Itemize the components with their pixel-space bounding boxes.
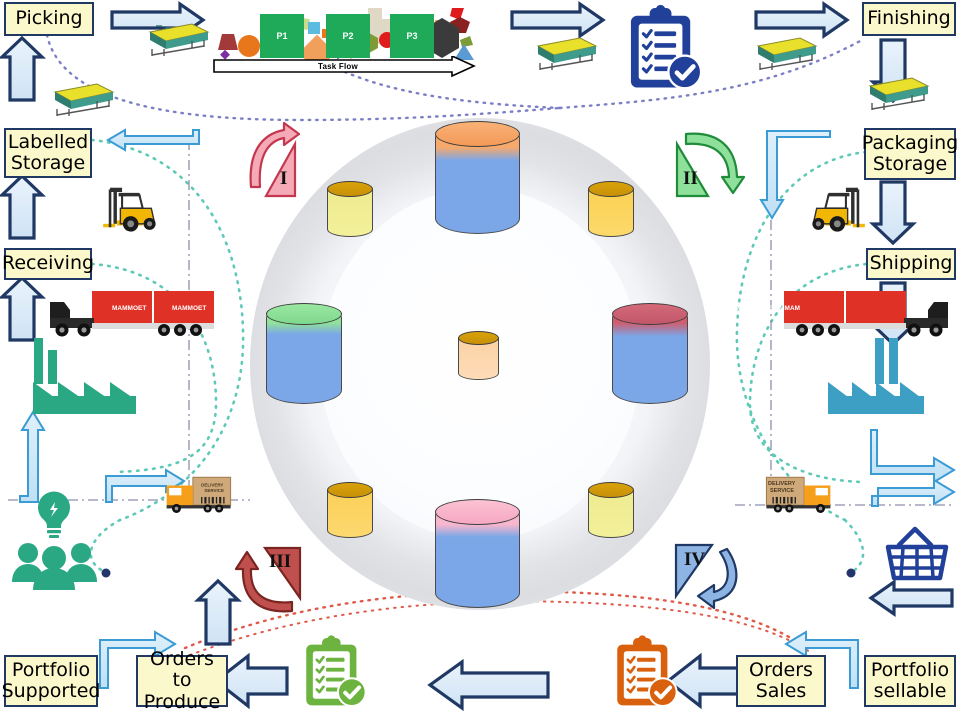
tank-bottom-left[interactable] <box>327 482 373 538</box>
dot-marker-right <box>846 568 856 578</box>
step-label-III: III <box>269 551 292 572</box>
tank-top-left[interactable] <box>327 181 373 237</box>
tank-lid <box>458 331 499 345</box>
label-packaging-storage[interactable]: Packaging Storage <box>862 128 958 180</box>
shopping-basket-icon <box>885 526 949 581</box>
supply-chain-diagram: MAMMOET MAMMOET MAMMOET MAMMOET DELIVERY… <box>0 0 960 720</box>
task-flow-caption: Task Flow <box>318 62 358 71</box>
label-shipping[interactable]: Shipping <box>866 248 956 280</box>
thin-arrow-dispatch-upper <box>870 429 956 484</box>
label-portfolio-sellable[interactable]: Portfolio sellable <box>864 655 956 707</box>
tank-bottom-center[interactable] <box>435 499 520 608</box>
forklift-icon-right <box>812 187 865 232</box>
step-label-I: I <box>280 168 288 189</box>
process-step-p1[interactable]: P1 <box>260 14 304 58</box>
pallet-icon-3 <box>536 37 598 70</box>
clipboard-check-icon-orange <box>617 635 678 707</box>
tank-center[interactable] <box>458 331 499 380</box>
pallet-icon-5 <box>868 77 930 110</box>
pallet-icon-2 <box>53 83 115 116</box>
svg-text:MAMMOET: MAMMOET <box>706 305 740 312</box>
tank-bottom-right[interactable] <box>588 482 634 538</box>
thin-arrow-dispatch-lower <box>871 478 956 507</box>
label-portfolio-supported[interactable]: Portfolio Supported <box>2 655 100 707</box>
tank-middle-right[interactable] <box>612 303 688 404</box>
step-label-II: II <box>683 168 698 189</box>
label-receiving[interactable]: Receiving <box>2 248 94 280</box>
block-arrow-produce-up-stub <box>193 578 243 646</box>
process-step-label: P1 <box>276 31 288 41</box>
block-arrow-labelled-storage-to-picking <box>0 35 47 102</box>
svg-text:MAMMOET: MAMMOET <box>766 305 800 312</box>
tank-lid <box>327 181 373 197</box>
block-arrow-sales-to-production <box>427 658 550 712</box>
process-step-p2[interactable]: P2 <box>326 14 370 58</box>
tank-middle-left[interactable] <box>266 303 342 404</box>
pallet-icon-1 <box>148 23 210 56</box>
svg-text:MAMMOET: MAMMOET <box>172 305 206 312</box>
process-step-p3[interactable]: P3 <box>390 14 434 58</box>
block-arrow-market-to-portfolio <box>868 578 954 618</box>
svg-text:DELIVERY: DELIVERY <box>201 482 223 487</box>
block-arrow-receiving-to-labelled-storage <box>0 173 47 240</box>
pallet-icon-4 <box>756 37 818 70</box>
label-orders-to-produce[interactable]: Orders to Produce <box>136 648 228 712</box>
tank-top-right[interactable] <box>588 181 634 237</box>
block-arrow-packaging-storage-to-shipping <box>868 180 918 246</box>
tank-lid <box>435 499 520 525</box>
block-arrow-factory-to-receiving <box>0 275 47 342</box>
label-labelled-storage[interactable]: Labelled Storage <box>4 128 92 178</box>
thin-arrow-to-labelled-storage <box>106 128 200 152</box>
tank-lid <box>588 181 634 197</box>
clipboard-check-icon-navy <box>630 4 703 90</box>
delivery-van-right-branding: DELIVERY SERVICE <box>768 481 796 494</box>
tank-lid <box>588 482 634 498</box>
tank-lid <box>612 303 688 325</box>
step-marker-I <box>249 121 301 198</box>
svg-text:DELIVERY: DELIVERY <box>768 481 796 487</box>
label-finishing[interactable]: Finishing <box>862 2 956 36</box>
tank-lid <box>266 303 342 325</box>
task-flow-strip: P1 P2 P3 Task Flow <box>212 2 478 78</box>
svg-text:MAMMOET: MAMMOET <box>112 305 146 312</box>
step-label-IV: IV <box>684 549 706 570</box>
tank-lid <box>327 482 373 498</box>
svg-text:SERVICE: SERVICE <box>770 488 794 494</box>
people-idea-icon <box>12 491 97 590</box>
label-picking[interactable]: Picking <box>4 2 94 36</box>
factory-icon-blue <box>828 338 924 414</box>
svg-text:SERVICE: SERVICE <box>204 488 224 493</box>
thin-arrow-factory-feed <box>19 410 46 503</box>
thin-arrow-packaging-feed <box>759 130 831 220</box>
clipboard-check-icon-green <box>306 635 367 707</box>
process-step-label: P2 <box>342 31 354 41</box>
dot-marker-left <box>101 568 111 578</box>
semi-truck-right-branding: MAMMOET MAMMOET <box>706 305 800 312</box>
tank-top-center[interactable] <box>435 121 520 234</box>
dotted-curve-teal-left-bottom <box>89 518 122 574</box>
dotted-curve-teal-right-bottom <box>843 518 865 574</box>
forklift-icon-left <box>103 187 156 232</box>
factory-icon-green <box>33 338 136 414</box>
tank-lid <box>435 121 520 147</box>
semi-truck-icon-right <box>784 291 948 337</box>
process-step-label: P3 <box>406 31 418 41</box>
label-orders-sales[interactable]: Orders Sales <box>736 655 826 707</box>
